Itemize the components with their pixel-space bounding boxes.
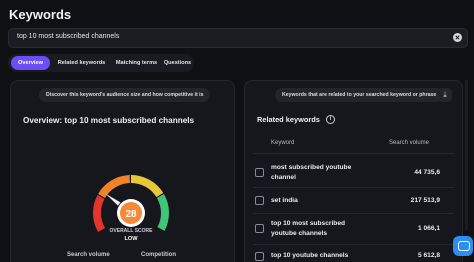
row-checkbox[interactable] [255,168,264,177]
tab-questions[interactable]: Questions [161,56,194,70]
keyword-line: most subscribed youtube [271,164,352,171]
search-input[interactable]: top 10 most subscribed channels [17,33,119,40]
gauge-pointer [105,193,121,206]
keyword-cell[interactable]: most subscribed youtube channel [271,163,381,183]
volume-cell: 5 612,8 [418,252,440,259]
overview-panel: Discover this keyword's audience size an… [10,80,235,262]
search-volume-caption: Search volume [67,252,110,258]
row-checkbox[interactable] [255,252,264,261]
overall-score-level: LOW [124,236,138,242]
chat-icon[interactable] [453,236,473,256]
tab-bar: Overview Related keywords Matching terms… [8,54,194,72]
competition-caption: Competition [141,252,176,258]
related-keywords-heading: Related keywords [257,115,320,124]
tab-related-keywords[interactable]: Related keywords [52,56,111,70]
volume-cell: 1 066,1 [418,225,440,232]
row-checkbox[interactable] [255,224,264,233]
keyword-line: set india [271,197,298,204]
keyword-line: top 10 most subscribed [271,220,346,227]
info-icon[interactable]: i [326,115,335,124]
keyword-line: channel [271,174,296,181]
keyword-cell[interactable]: set india [271,196,381,206]
related-hint: Keywords that are related to your search… [275,88,444,102]
page-title: Keywords [9,7,72,22]
volume-cell: 44 735,6 [414,169,440,176]
column-keyword[interactable]: Keyword [271,140,294,146]
clear-icon[interactable] [453,33,462,42]
search-bar[interactable]: top 10 most subscribed channels [8,28,468,48]
tab-overview[interactable]: Overview [11,56,50,70]
overview-heading: Overview: top 10 most subscribed channel… [23,116,195,125]
keyword-line: youtube channels [271,230,328,237]
overall-score-value: 28 [125,209,137,220]
tab-matching-terms[interactable]: Matching terms [112,56,161,70]
keyword-cell[interactable]: top 10 most subscribed youtube channels [271,219,381,239]
related-keywords-panel: Keywords that are related to your search… [244,80,463,262]
keyword-line: top 10 youtube channels [271,252,349,259]
row-checkbox[interactable] [255,196,264,205]
overview-hint: Discover this keyword's audience size an… [39,88,211,102]
volume-cell: 217 513,9 [410,197,440,204]
overall-score-label: OVERALL SCORE [109,228,153,234]
download-icon[interactable]: ⤓ [438,88,452,102]
keyword-cell[interactable]: top 10 youtube channels [271,251,381,261]
column-search-volume[interactable]: Search volume [389,140,429,146]
scrollbar[interactable] [465,80,468,230]
